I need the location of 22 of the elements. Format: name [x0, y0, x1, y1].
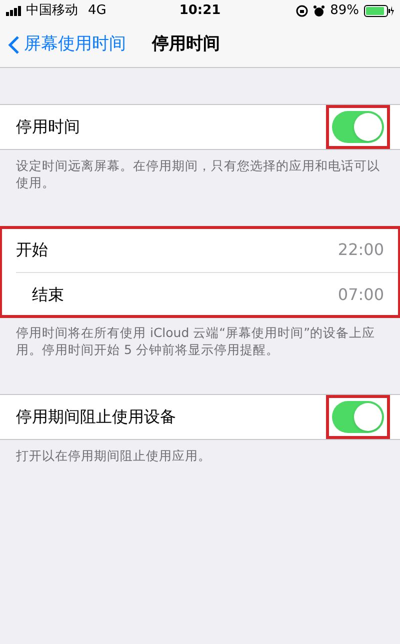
time-value[interactable]: 07:00: [338, 282, 390, 306]
alarm-icon: [313, 5, 326, 17]
row-label: 开始: [16, 239, 49, 261]
row-label: 停用时间: [16, 116, 81, 138]
row-label: 结束: [32, 284, 65, 306]
time-value[interactable]: 22:00: [338, 238, 390, 262]
back-chevron-icon: [8, 34, 20, 54]
row-label: 停用期间阻止使用设备: [16, 406, 177, 428]
toggle-switch[interactable]: [332, 111, 384, 143]
section-footer: 停用时间将在所有使用 iCloud 云端“屏幕使用时间”的设备上应用。停用时间开始 5 分钟前将显示停用提醒。: [0, 317, 400, 358]
signal-icon: [6, 6, 22, 16]
network-type: 4G: [88, 2, 106, 20]
battery-charging-icon: [364, 5, 394, 17]
section-footer: 设定时间远离屏幕。在停用期间，只有您选择的应用和电话可以使用。: [0, 150, 400, 191]
page-title: 停用时间: [152, 32, 220, 56]
back-button[interactable]: 屏幕使用时间: [8, 32, 126, 58]
status-time: 10:21: [179, 2, 221, 20]
battery-percent: 89%: [330, 2, 360, 20]
rotation-lock-icon: [296, 5, 308, 17]
carrier-name: 中国移动: [26, 2, 78, 20]
toggle-switch[interactable]: [332, 401, 384, 433]
section-footer: 打开以在停用期间阻止使用应用。: [0, 440, 400, 464]
